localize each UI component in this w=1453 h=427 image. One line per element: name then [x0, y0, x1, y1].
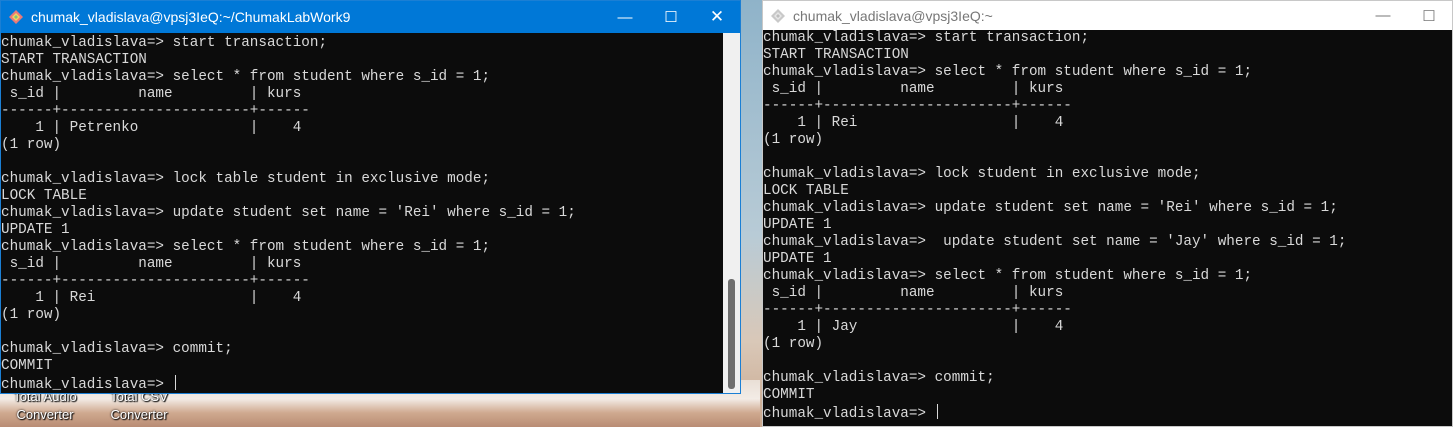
terminal-line: ------+----------------------+------	[763, 98, 1072, 114]
terminal-line: chumak_vladislava=> update student set n…	[763, 200, 1338, 216]
text-cursor	[936, 404, 938, 419]
terminal-line: s_id | name | kurs	[1, 256, 302, 272]
terminal-line: LOCK TABLE	[1, 188, 87, 204]
terminal-line: (1 row)	[1, 307, 62, 323]
terminal-line: UPDATE 1	[763, 251, 832, 267]
terminal-line: ------+----------------------+------	[1, 103, 310, 119]
terminal-line: (1 row)	[1, 137, 62, 153]
terminal-line: UPDATE 1	[763, 217, 832, 233]
terminal-line: chumak_vladislava=> commit;	[763, 370, 995, 386]
terminal-line: 1 | Jay | 4	[763, 319, 1064, 335]
vertical-scrollbar[interactable]	[723, 33, 740, 393]
terminal-line: chumak_vladislava=>	[1, 375, 722, 393]
maximize-button[interactable]: ☐	[648, 1, 694, 33]
terminal-window-right[interactable]: chumak_vladislava@vpsj3IeQ:~ — ☐ chumak_…	[762, 0, 1453, 427]
terminal-line: 1 | Petrenko | 4	[1, 120, 302, 136]
terminal-line: chumak_vladislava=> select * from studen…	[763, 268, 1253, 284]
terminal-line: chumak_vladislava=> start transaction;	[1, 35, 328, 51]
terminal-line: ------+----------------------+------	[763, 302, 1072, 318]
terminal-line: UPDATE 1	[1, 222, 70, 238]
terminal-line: s_id | name | kurs	[763, 285, 1064, 301]
window-titlebar[interactable]: chumak_vladislava@vpsj3IeQ:~ — ☐	[763, 1, 1452, 30]
desktop-icon-label: Converter	[16, 407, 74, 422]
terminal-line: START TRANSACTION	[763, 47, 909, 63]
terminal-line: 1 | Rei | 4	[763, 115, 1064, 131]
terminal-line: chumak_vladislava=> update student set n…	[1, 205, 576, 221]
terminal-line: chumak_vladislava=> select * from studen…	[763, 64, 1253, 80]
terminal-line: chumak_vladislava=> lock student in excl…	[763, 166, 1201, 182]
terminal-line: chumak_vladislava=> commit;	[1, 341, 233, 357]
maximize-button[interactable]: ☐	[1406, 1, 1452, 30]
terminal-line: s_id | name | kurs	[1, 86, 302, 102]
terminal-line: COMMIT	[1, 358, 53, 374]
terminal-line: chumak_vladislava=>	[763, 404, 1452, 422]
close-button[interactable]: ✕	[694, 1, 740, 33]
terminal-output[interactable]: chumak_vladislava=> start transaction; ST…	[763, 30, 1452, 426]
terminal-line: (1 row)	[763, 336, 824, 352]
terminal-line: chumak_vladislava=> select * from studen…	[1, 69, 491, 85]
terminal-line: s_id | name | kurs	[763, 81, 1064, 97]
terminal-line: LOCK TABLE	[763, 183, 849, 199]
window-title: chumak_vladislava@vpsj3IeQ:~	[793, 7, 993, 24]
desktop-icon-label: Converter	[110, 407, 168, 422]
terminal-line: ------+----------------------+------	[1, 273, 310, 289]
window-titlebar[interactable]: chumak_vladislava@vpsj3IeQ:~/ChumakLabWo…	[1, 1, 740, 33]
terminal-line: chumak_vladislava=> lock table student i…	[1, 171, 491, 187]
terminal-line: COMMIT	[763, 387, 815, 403]
terminal-line: START TRANSACTION	[1, 52, 147, 68]
terminal-line: chumak_vladislava=> update student set n…	[763, 234, 1347, 250]
minimize-button[interactable]: —	[1360, 1, 1406, 30]
terminal-window-left[interactable]: chumak_vladislava@vpsj3IeQ:~/ChumakLabWo…	[0, 0, 741, 394]
terminal-line: chumak_vladislava=> start transaction;	[763, 30, 1090, 46]
app-diamond-icon	[771, 8, 785, 23]
terminal-line: (1 row)	[763, 132, 824, 148]
window-title: chumak_vladislava@vpsj3IeQ:~/ChumakLabWo…	[31, 9, 351, 25]
terminal-output[interactable]: chumak_vladislava=> start transaction; ST…	[1, 35, 722, 393]
app-diamond-icon	[9, 10, 23, 24]
minimize-button[interactable]: —	[602, 1, 648, 33]
scrollbar-thumb[interactable]	[728, 279, 735, 389]
text-cursor	[174, 375, 176, 390]
terminal-line: chumak_vladislava=> select * from studen…	[1, 239, 491, 255]
terminal-line: 1 | Rei | 4	[1, 290, 302, 306]
